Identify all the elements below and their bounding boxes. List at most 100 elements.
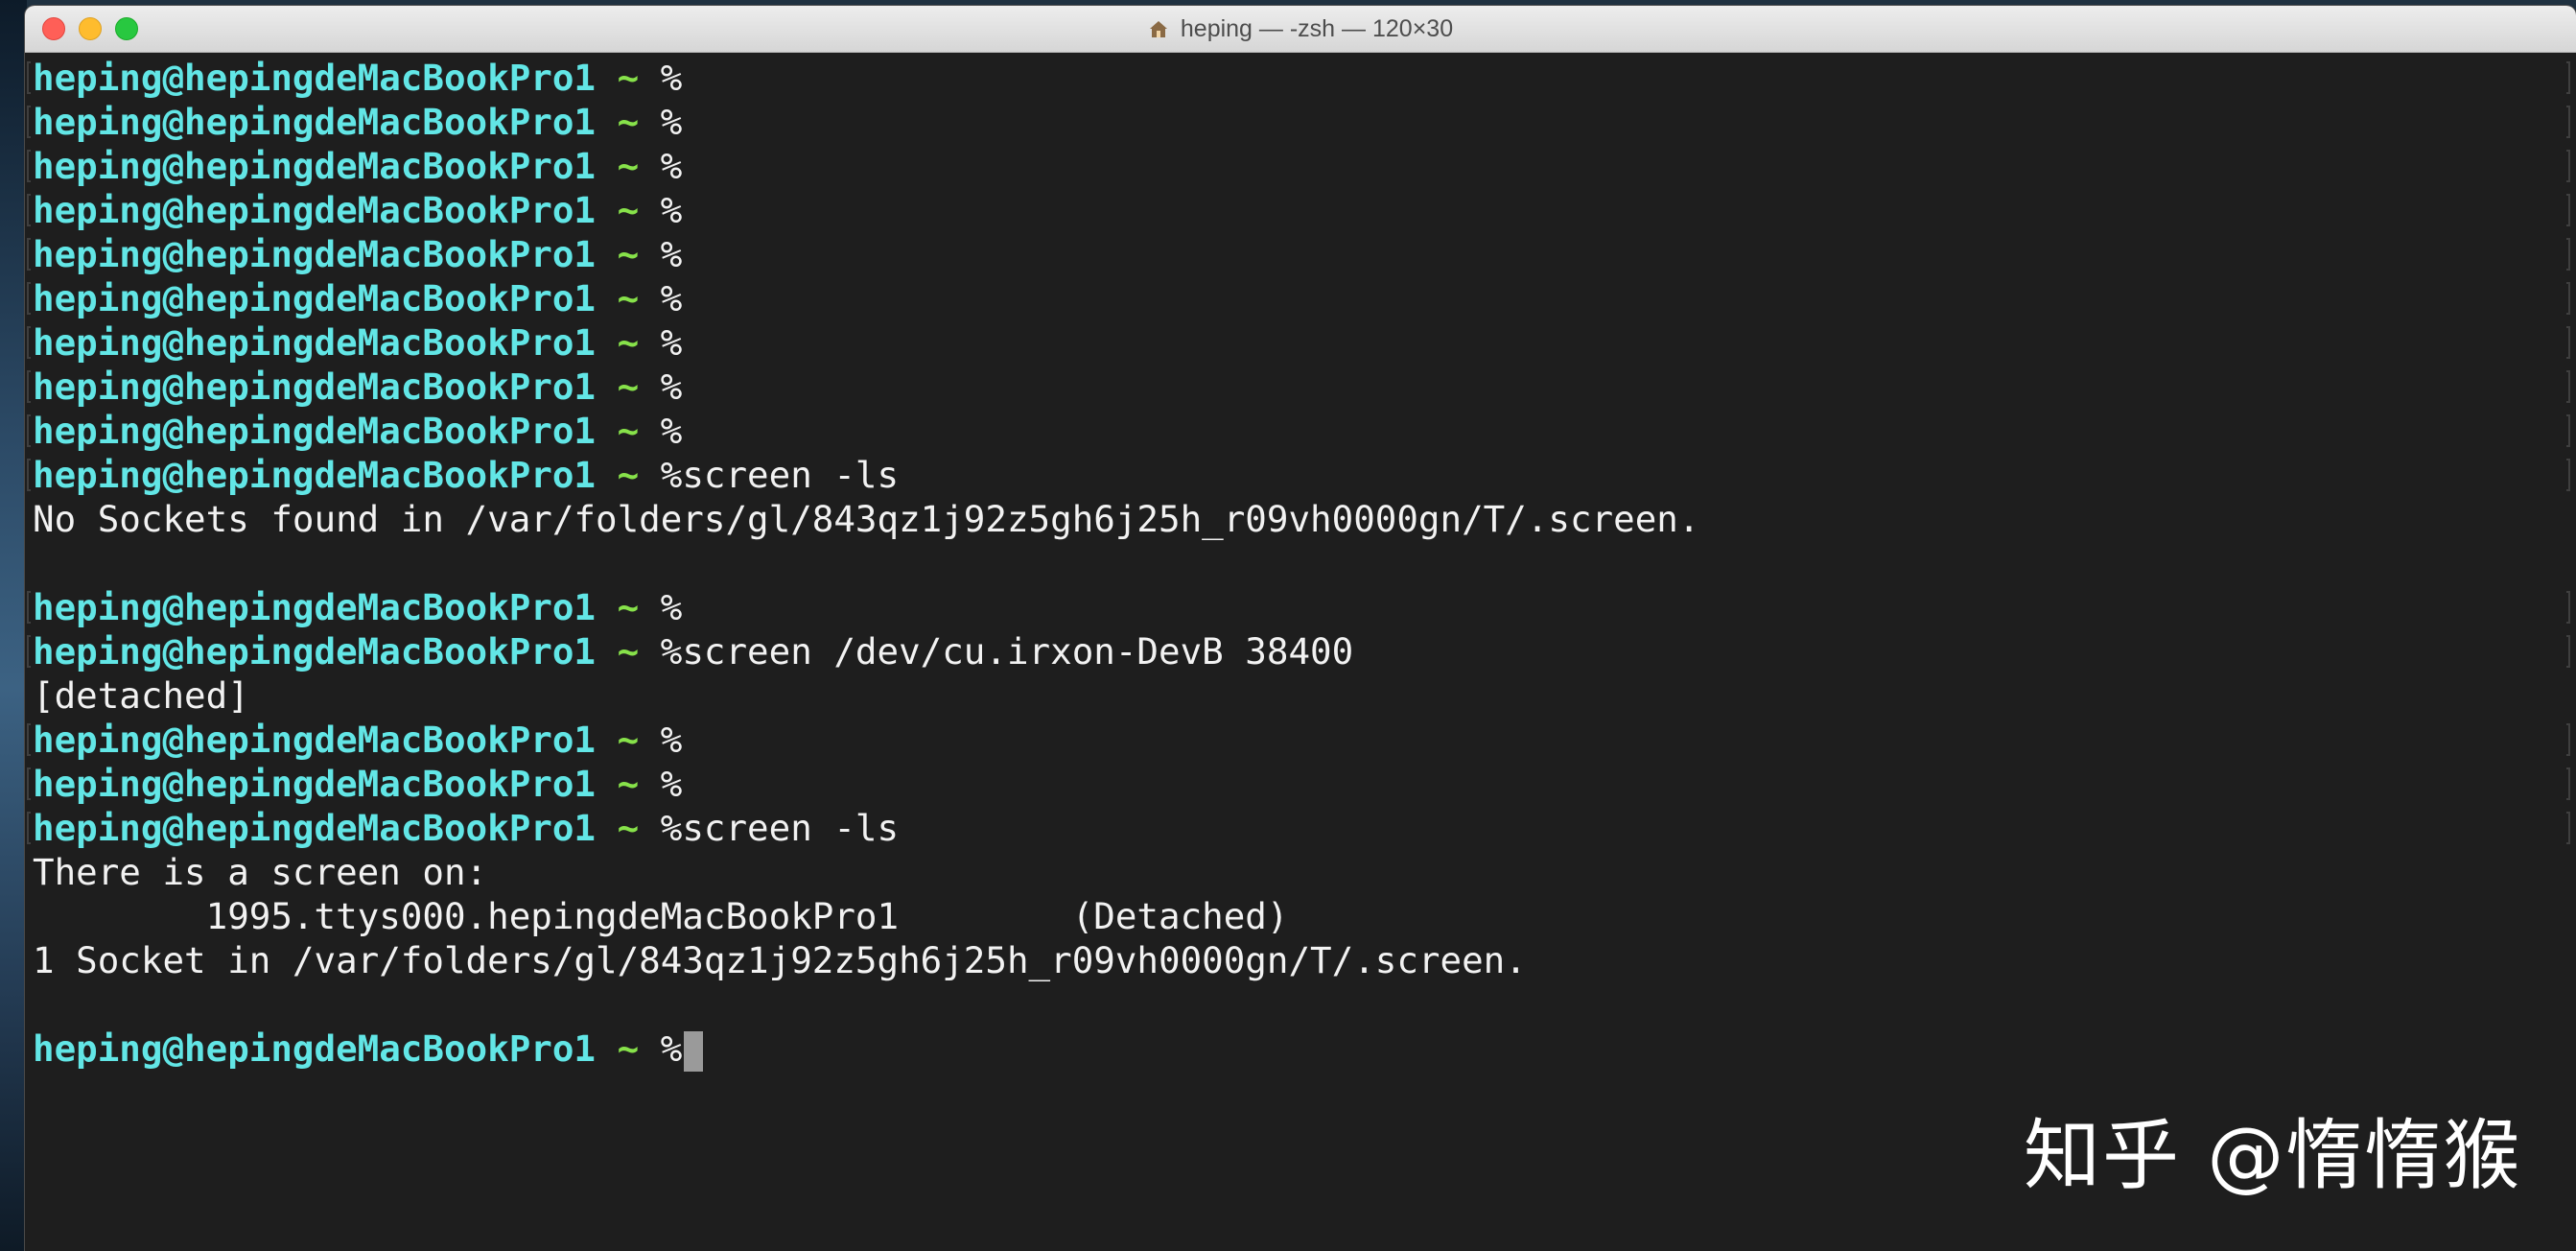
- prompt-symbol: %: [660, 1027, 683, 1070]
- output-line: [detached]: [33, 673, 2545, 718]
- prompt-line: heping@hepingdeMacBookPro1 ~ %: [27, 56, 2545, 100]
- prompt-symbol: %: [660, 454, 683, 496]
- prompt-line: heping@hepingdeMacBookPro1 ~ %: [27, 144, 2545, 188]
- prompt-user: heping@hepingdeMacBookPro1: [33, 807, 596, 849]
- line-mark: [2563, 320, 2570, 365]
- prompt-symbol: %: [660, 101, 683, 143]
- line-mark: [27, 591, 31, 624]
- line-mark: [2563, 938, 2570, 982]
- line-mark-right: [2566, 723, 2570, 756]
- line-mark: [27, 723, 31, 756]
- prompt-line: heping@hepingdeMacBookPro1 ~ %: [27, 762, 2545, 806]
- prompt-symbol: %: [660, 630, 683, 673]
- terminal-output[interactable]: heping@hepingdeMacBookPro1 ~ % heping@hep…: [27, 56, 2545, 1072]
- line-mark: [27, 282, 31, 315]
- line-mark: [2563, 806, 2570, 850]
- line-mark: [2563, 762, 2570, 806]
- prompt-user: heping@hepingdeMacBookPro1: [33, 1027, 596, 1070]
- prompt-line: heping@hepingdeMacBookPro1 ~ %screen -ls: [27, 806, 2545, 850]
- line-mark-right: [2566, 812, 2570, 844]
- prompt-user: heping@hepingdeMacBookPro1: [33, 763, 596, 805]
- prompt-directory: ~: [617, 763, 640, 805]
- line-mark-right: [2566, 282, 2570, 315]
- prompt-symbol: %: [660, 366, 683, 408]
- line-mark: [2563, 497, 2570, 541]
- line-mark: [2563, 276, 2570, 320]
- prompt-directory: ~: [617, 233, 640, 275]
- line-mark: [2563, 585, 2570, 629]
- line-mark: [2563, 453, 2570, 497]
- prompt-symbol: %: [660, 233, 683, 275]
- line-mark: [27, 767, 31, 800]
- prompt-symbol: %: [660, 189, 683, 231]
- prompt-line: heping@hepingdeMacBookPro1 ~ %: [27, 276, 2545, 320]
- scroll-marks: [2563, 56, 2570, 1071]
- line-mark: [2563, 188, 2570, 232]
- window-title-container: heping — -zsh — 120×30: [25, 6, 2576, 52]
- command-text: screen -ls: [682, 454, 900, 496]
- prompt-directory: ~: [617, 145, 640, 187]
- prompt-user: heping@hepingdeMacBookPro1: [33, 321, 596, 364]
- prompt-symbol: %: [660, 145, 683, 187]
- line-mark: [27, 61, 31, 94]
- prompt-user: heping@hepingdeMacBookPro1: [33, 410, 596, 452]
- line-mark-right: [2566, 370, 2570, 403]
- prompt-symbol: %: [660, 410, 683, 452]
- output-text: 1995.ttys000.hepingdeMacBookPro1 (Detach…: [33, 895, 1289, 937]
- line-mark: [27, 414, 31, 447]
- title-bar[interactable]: heping — -zsh — 120×30: [25, 6, 2576, 53]
- line-mark-right: [2566, 635, 2570, 668]
- prompt-user: heping@hepingdeMacBookPro1: [33, 454, 596, 496]
- prompt-user: heping@hepingdeMacBookPro1: [33, 719, 596, 761]
- line-mark: [27, 326, 31, 359]
- command-text: screen /dev/cu.irxon-DevB 38400: [682, 630, 1354, 673]
- line-mark: [2563, 100, 2570, 144]
- text-cursor[interactable]: [684, 1030, 704, 1072]
- prompt-line: heping@hepingdeMacBookPro1 ~ %: [27, 409, 2545, 453]
- prompt-directory: ~: [617, 410, 640, 452]
- prompt-directory: ~: [617, 630, 640, 673]
- line-mark: [27, 106, 31, 138]
- line-mark: [27, 150, 31, 182]
- line-mark: [2563, 850, 2570, 894]
- prompt-user: heping@hepingdeMacBookPro1: [33, 586, 596, 628]
- output-line: There is a screen on:: [33, 850, 2545, 894]
- line-mark: [27, 635, 31, 668]
- prompt-directory: ~: [617, 321, 640, 364]
- line-mark-right: [2566, 194, 2570, 226]
- active-prompt-line: heping@hepingdeMacBookPro1 ~ %: [33, 1027, 2545, 1072]
- line-mark: [2563, 673, 2570, 718]
- prompt-directory: ~: [617, 189, 640, 231]
- prompt-user: heping@hepingdeMacBookPro1: [33, 101, 596, 143]
- prompt-line: heping@hepingdeMacBookPro1 ~ %: [27, 320, 2545, 365]
- prompt-directory: ~: [617, 101, 640, 143]
- terminal-window: heping — -zsh — 120×30 heping@hepingdeMa…: [25, 6, 2576, 1251]
- line-mark: [27, 194, 31, 226]
- line-mark: [2563, 56, 2570, 100]
- prompt-user: heping@hepingdeMacBookPro1: [33, 145, 596, 187]
- prompt-directory: ~: [617, 807, 640, 849]
- line-mark: [27, 370, 31, 403]
- line-mark-right: [2566, 61, 2570, 94]
- line-mark: [2563, 894, 2570, 938]
- line-mark: [27, 459, 31, 491]
- line-mark-right: [2566, 326, 2570, 359]
- prompt-directory: ~: [617, 719, 640, 761]
- output-text: [detached]: [33, 674, 249, 717]
- output-line: 1995.ttys000.hepingdeMacBookPro1 (Detach…: [33, 894, 2545, 938]
- prompt-user: heping@hepingdeMacBookPro1: [33, 277, 596, 319]
- line-mark-right: [2566, 591, 2570, 624]
- output-text: There is a screen on:: [33, 851, 488, 893]
- line-mark: [2563, 365, 2570, 409]
- line-mark: [27, 812, 31, 844]
- line-mark: [2563, 541, 2570, 585]
- line-mark-right: [2566, 767, 2570, 800]
- prompt-user: heping@hepingdeMacBookPro1: [33, 233, 596, 275]
- prompt-directory: ~: [617, 57, 640, 99]
- desktop-background: [0, 0, 27, 1251]
- output-line: No Sockets found in /var/folders/gl/843q…: [33, 497, 2545, 541]
- watermark: 知乎 @惰惰猴: [2024, 1111, 2522, 1200]
- line-mark-right: [2566, 150, 2570, 182]
